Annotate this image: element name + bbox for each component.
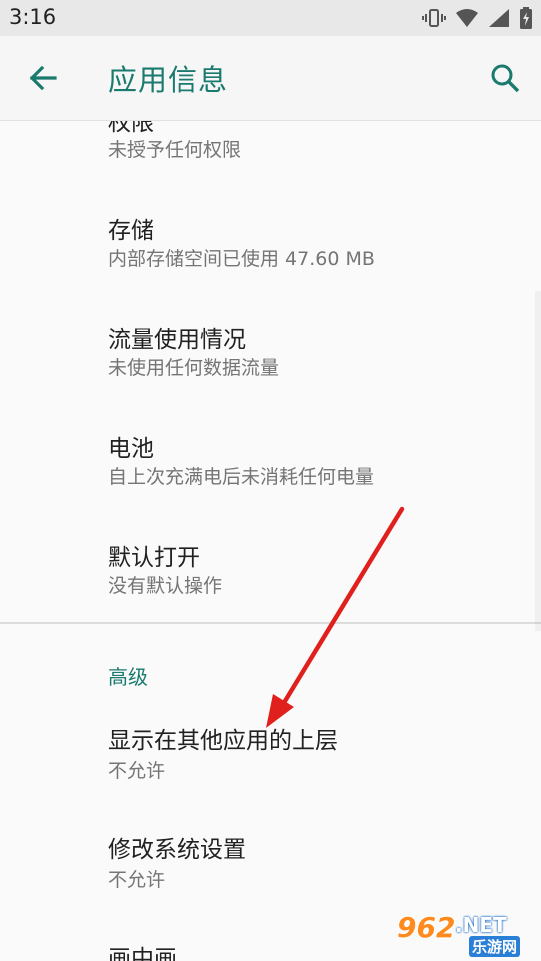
app-info-screen: 3:16 应用信息 权限 未授予任何权限 存储 内部存储空间已使用 47.60 … xyxy=(0,0,541,961)
item-subtitle: 未授予任何权限 xyxy=(108,139,242,161)
scrollbar[interactable] xyxy=(535,291,541,631)
wifi-icon xyxy=(455,8,479,28)
watermark-logo: 962 .NET 乐游网 xyxy=(397,909,537,957)
item-subtitle: 内部存储空间已使用 47.60 MB xyxy=(108,248,375,270)
item-title: 默认打开 xyxy=(108,545,200,571)
list-item-permissions[interactable]: 权限 未授予任何权限 xyxy=(0,121,541,173)
status-time: 3:16 xyxy=(9,5,57,29)
item-title: 修改系统设置 xyxy=(108,837,246,863)
list-item-open-by-default[interactable]: 默认打开 没有默认操作 xyxy=(0,526,541,622)
status-bar: 3:16 xyxy=(0,0,541,36)
list-item-data-usage[interactable]: 流量使用情况 未使用任何数据流量 xyxy=(0,308,541,416)
page-title: 应用信息 xyxy=(108,63,229,97)
arrow-back-icon[interactable] xyxy=(27,62,59,94)
item-subtitle: 不允许 xyxy=(108,760,166,782)
list-item-storage[interactable]: 存储 内部存储空间已使用 47.60 MB xyxy=(0,199,541,307)
item-subtitle: 自上次充满电后未消耗任何电量 xyxy=(108,466,375,488)
item-title: 存储 xyxy=(108,218,154,244)
item-title: 显示在其他应用的上层 xyxy=(108,728,338,754)
vibrate-icon xyxy=(422,8,446,28)
watermark-suffix: .NET xyxy=(455,913,507,937)
watermark-site: 乐游网 xyxy=(469,936,521,957)
section-divider xyxy=(0,622,541,624)
battery-charging-icon xyxy=(519,7,533,29)
section-header-advanced: 高级 xyxy=(108,665,148,689)
signal-icon xyxy=(488,8,510,28)
item-subtitle: 未使用任何数据流量 xyxy=(108,357,280,379)
item-title: 画中画 xyxy=(108,946,177,961)
search-icon[interactable] xyxy=(489,62,521,94)
item-subtitle: 没有默认操作 xyxy=(108,575,223,597)
item-subtitle: 不允许 xyxy=(108,869,166,891)
settings-list: 权限 未授予任何权限 存储 内部存储空间已使用 47.60 MB 流量使用情况 … xyxy=(0,121,541,961)
watermark-number: 962 xyxy=(397,911,456,944)
item-title: 流量使用情况 xyxy=(108,327,246,353)
status-icons xyxy=(422,6,533,30)
list-item-display-over-other-apps[interactable]: 显示在其他应用的上层 不允许 xyxy=(0,709,541,815)
app-bar: 应用信息 xyxy=(0,36,541,121)
list-item-battery[interactable]: 电池 自上次充满电后未消耗任何电量 xyxy=(0,417,541,525)
item-title: 电池 xyxy=(108,436,154,462)
